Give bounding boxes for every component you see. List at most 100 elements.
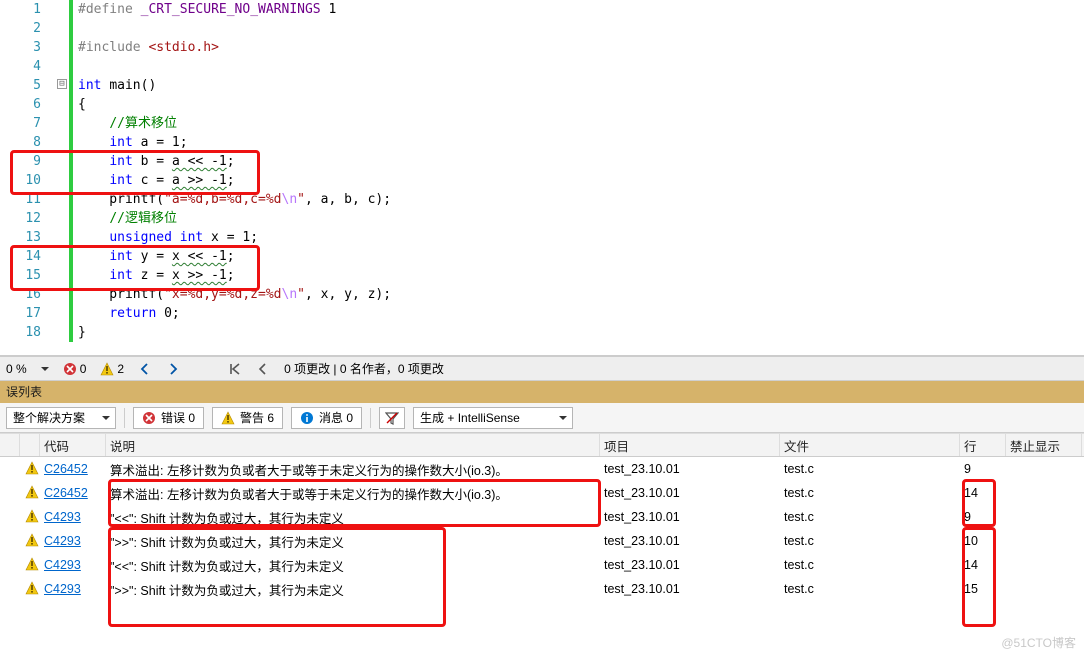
row-project: test_23.10.01: [600, 534, 780, 548]
changes-nav-first-icon[interactable]: [228, 362, 242, 376]
error-list-grid[interactable]: 代码 说明 项目 文件 行 禁止显示 C26452算术溢出: 左移计数为负或者大…: [0, 433, 1084, 601]
error-list-row[interactable]: C4293">>": Shift 计数为负或过大，其行为未定义test_23.1…: [0, 529, 1084, 553]
row-severity-icon: [20, 460, 40, 478]
outline-column[interactable]: ⊟: [55, 0, 69, 355]
warning-count-text: 2: [117, 362, 124, 376]
code-line[interactable]: #define _CRT_SECURE_NO_WARNINGS 1: [74, 0, 1084, 19]
error-list-row[interactable]: C4293">>": Shift 计数为负或过大，其行为未定义test_23.1…: [0, 577, 1084, 601]
line-number: 16: [0, 285, 41, 304]
row-desc: "<<": Shift 计数为负或过大，其行为未定义: [106, 556, 600, 575]
error-list-row[interactable]: C26452算术溢出: 左移计数为负或者大于或等于未定义行为的操作数大小(io.…: [0, 481, 1084, 505]
col-header-icon[interactable]: [20, 434, 40, 456]
row-code[interactable]: C26452: [40, 486, 106, 500]
warning-triangle-icon: [24, 508, 40, 524]
fold-toggle-icon[interactable]: ⊟: [57, 79, 67, 89]
row-code[interactable]: C4293: [40, 582, 106, 596]
errors-filter-toggle[interactable]: 错误 0: [133, 407, 204, 429]
code-line[interactable]: }: [74, 323, 1084, 342]
row-code[interactable]: C4293: [40, 558, 106, 572]
error-list-filter-bar: 整个解决方案 错误 0 警告 6 消息 0 生成 + IntelliSense: [0, 403, 1084, 433]
zoom-level[interactable]: 0 %: [6, 362, 27, 376]
code-line[interactable]: {: [74, 95, 1084, 114]
nav-prev-icon[interactable]: [138, 362, 152, 376]
code-line[interactable]: int a = 1;: [74, 133, 1084, 152]
code-line[interactable]: int b = a << -1;: [74, 152, 1084, 171]
line-number: 14: [0, 247, 41, 266]
col-header-line[interactable]: 行: [960, 434, 1006, 456]
code-line[interactable]: unsigned int x = 1;: [74, 228, 1084, 247]
row-desc: 算术溢出: 左移计数为负或者大于或等于未定义行为的操作数大小(io.3)。: [106, 484, 600, 503]
code-line[interactable]: #include <stdio.h>: [74, 38, 1084, 57]
row-file: test.c: [780, 510, 960, 524]
code-line[interactable]: int c = a >> -1;: [74, 171, 1084, 190]
row-project: test_23.10.01: [600, 510, 780, 524]
clear-filter-button[interactable]: [379, 407, 405, 429]
row-line: 9: [960, 462, 1006, 476]
watermark-text: @51CTO博客: [1001, 634, 1076, 651]
code-line[interactable]: //逻辑移位: [74, 209, 1084, 228]
code-line[interactable]: printf("x=%d,y=%d,z=%d\n", x, y, z);: [74, 285, 1084, 304]
row-project: test_23.10.01: [600, 486, 780, 500]
build-source-dropdown[interactable]: 生成 + IntelliSense: [413, 407, 573, 429]
scope-dropdown-label: 整个解决方案: [13, 409, 85, 426]
col-header-suppress[interactable]: 禁止显示: [1006, 434, 1082, 456]
col-header-code[interactable]: 代码: [40, 434, 106, 456]
line-number: 13: [0, 228, 41, 247]
code-line[interactable]: return 0;: [74, 304, 1084, 323]
errors-filter-label: 错误 0: [161, 409, 195, 426]
row-desc: ">>": Shift 计数为负或过大，其行为未定义: [106, 580, 600, 599]
scope-dropdown[interactable]: 整个解决方案: [6, 407, 116, 429]
line-number: 6: [0, 95, 41, 114]
row-severity-icon: [20, 580, 40, 598]
warnings-filter-toggle[interactable]: 警告 6: [212, 407, 283, 429]
col-header-project[interactable]: 项目: [600, 434, 780, 456]
error-list-header-row: 代码 说明 项目 文件 行 禁止显示: [0, 433, 1084, 457]
line-number: 8: [0, 133, 41, 152]
code-area[interactable]: #define _CRT_SECURE_NO_WARNINGS 1 #includ…: [74, 0, 1084, 355]
col-header-desc[interactable]: 说明: [106, 434, 600, 456]
code-line[interactable]: printf("a=%d,b=%d,c=%d\n", a, b, c);: [74, 190, 1084, 209]
row-line: 9: [960, 510, 1006, 524]
line-number: 15: [0, 266, 41, 285]
line-number: 10: [0, 171, 41, 190]
messages-filter-toggle[interactable]: 消息 0: [291, 407, 362, 429]
code-line[interactable]: int y = x << -1;: [74, 247, 1084, 266]
no-issues-indicator[interactable]: 0: [63, 362, 87, 376]
warning-indicator[interactable]: 2: [100, 362, 124, 376]
error-list-row[interactable]: C26452算术溢出: 左移计数为负或者大于或等于未定义行为的操作数大小(io.…: [0, 457, 1084, 481]
messages-filter-label: 消息 0: [319, 409, 353, 426]
row-file: test.c: [780, 486, 960, 500]
row-code[interactable]: C4293: [40, 534, 106, 548]
code-line[interactable]: int main(): [74, 76, 1084, 95]
line-number-gutter: 123456789101112131415161718: [0, 0, 55, 355]
col-header-blank[interactable]: [0, 434, 20, 456]
nav-next-icon[interactable]: [166, 362, 180, 376]
row-code[interactable]: C4293: [40, 510, 106, 524]
row-code[interactable]: C26452: [40, 462, 106, 476]
warning-triangle-icon: [100, 362, 114, 376]
code-line[interactable]: [74, 19, 1084, 38]
row-severity-icon: [20, 484, 40, 502]
error-list-row[interactable]: C4293"<<": Shift 计数为负或过大，其行为未定义test_23.1…: [0, 553, 1084, 577]
row-project: test_23.10.01: [600, 462, 780, 476]
warning-triangle-icon: [24, 532, 40, 548]
code-line[interactable]: [74, 57, 1084, 76]
line-number: 2: [0, 19, 41, 38]
warning-triangle-icon: [24, 484, 40, 500]
zoom-dropdown-icon[interactable]: [41, 367, 49, 375]
code-editor[interactable]: 123456789101112131415161718 ⊟ #define _C…: [0, 0, 1084, 356]
row-project: test_23.10.01: [600, 582, 780, 596]
code-line[interactable]: int z = x >> -1;: [74, 266, 1084, 285]
line-number: 1: [0, 0, 41, 19]
error-circle-icon: [63, 362, 77, 376]
error-count-text: 0: [80, 362, 87, 376]
code-line[interactable]: //算术移位: [74, 114, 1084, 133]
line-number: 11: [0, 190, 41, 209]
changes-nav-prev-icon[interactable]: [256, 362, 270, 376]
build-source-label: 生成 + IntelliSense: [420, 409, 520, 426]
error-list-row[interactable]: C4293"<<": Shift 计数为负或过大，其行为未定义test_23.1…: [0, 505, 1084, 529]
row-severity-icon: [20, 556, 40, 574]
row-file: test.c: [780, 534, 960, 548]
error-circle-icon: [142, 411, 156, 425]
col-header-file[interactable]: 文件: [780, 434, 960, 456]
